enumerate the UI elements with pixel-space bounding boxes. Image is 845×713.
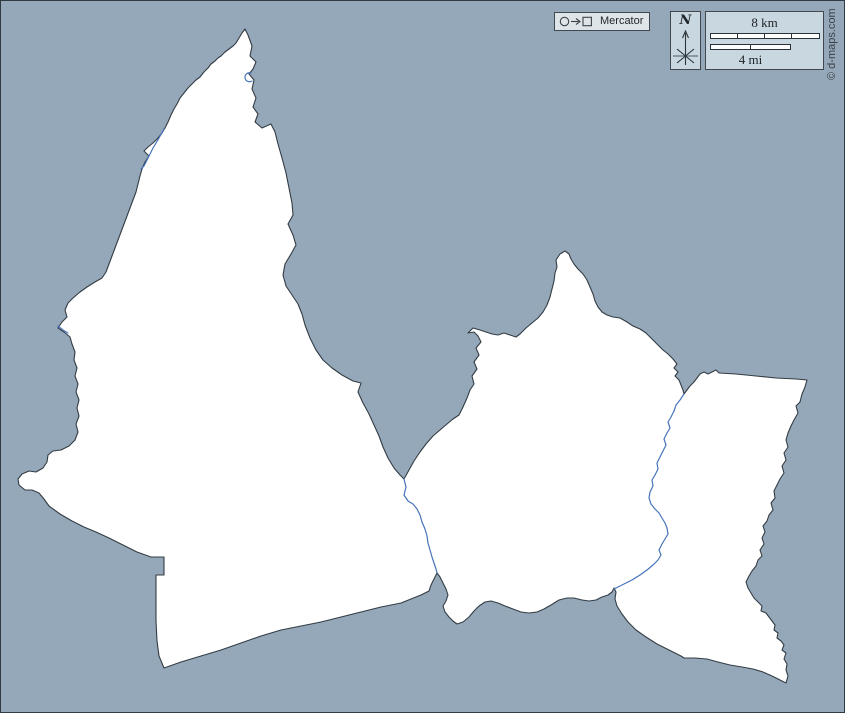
- scale-tick: [737, 34, 738, 38]
- compass-panel: N: [670, 11, 701, 70]
- copyright-watermark: © d-maps.com: [825, 4, 839, 80]
- north-label: N: [671, 14, 700, 28]
- scale-bar-mi: [710, 44, 791, 50]
- scale-km-label: 8 km: [706, 16, 823, 29]
- scale-tick: [764, 34, 765, 38]
- scale-mi-label: 4 mi: [710, 53, 791, 66]
- map-stage: Mercator N 8 km 4 mi © d-maps.com: [0, 0, 845, 713]
- scale-tick: [791, 34, 792, 38]
- scale-panel: 8 km 4 mi: [705, 11, 824, 70]
- projection-badge: Mercator: [554, 12, 650, 31]
- projection-label: Mercator: [600, 16, 643, 27]
- compass-rose-icon: [671, 28, 700, 69]
- scale-bar-km: [710, 33, 820, 39]
- landmass: [18, 29, 807, 683]
- projection-transform-icon: [559, 15, 595, 28]
- scale-tick: [750, 45, 751, 49]
- map-canvas: [1, 1, 845, 713]
